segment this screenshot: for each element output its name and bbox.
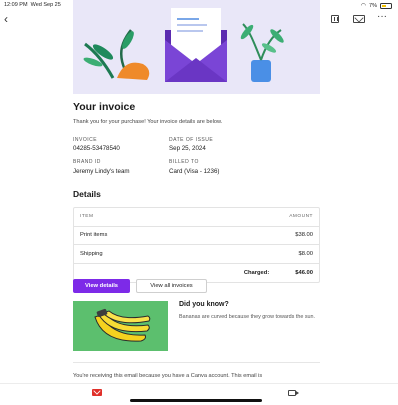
billed-to-label: BILLED TO	[169, 159, 199, 165]
meet-video-icon[interactable]	[288, 390, 296, 396]
billed-to-value: Card (Visa - 1236)	[169, 168, 220, 175]
view-details-button[interactable]: View details	[73, 279, 130, 293]
battery-icon	[380, 2, 392, 9]
charged-amount: $46.00	[295, 269, 313, 276]
charged-label: Charged:	[243, 269, 270, 276]
envelope-illustration-icon	[73, 0, 320, 94]
status-time: 12:09 PM Wed Sep 25	[4, 2, 61, 8]
column-header-amount: AMOUNT	[289, 214, 313, 220]
footer-divider	[73, 362, 320, 363]
brand-id-value: Jeremy Lindy's team	[73, 168, 130, 175]
wifi-icon: ◠	[360, 3, 367, 9]
status-time-text: 12:09 PM	[4, 2, 28, 8]
details-table: ITEM AMOUNT Print items $38.00 Shipping …	[73, 207, 320, 283]
invoice-title: Your invoice	[73, 101, 136, 113]
invoice-number-label: INVOICE	[73, 137, 98, 143]
status-date-text: Wed Sep 25	[30, 2, 61, 8]
more-icon[interactable]: ···	[377, 11, 387, 22]
trash-icon[interactable]	[331, 15, 339, 23]
column-header-item: ITEM	[80, 214, 94, 220]
row-item-name: Shipping	[80, 250, 103, 257]
view-all-invoices-button[interactable]: View all invoices	[136, 279, 207, 293]
home-indicator[interactable]	[130, 399, 262, 402]
back-icon[interactable]: ‹	[4, 11, 8, 27]
battery-percent: 7%	[369, 2, 377, 9]
mark-unread-icon[interactable]	[353, 15, 365, 23]
status-indicators: ◠ 7%	[361, 2, 392, 9]
brand-id-label: BRAND ID	[73, 159, 101, 165]
row-item-name: Print items	[80, 232, 108, 239]
banana-icon	[73, 301, 168, 351]
invoice-intro-text: Thank you for your purchase! Your invoic…	[73, 119, 223, 125]
date-of-issue-label: DATE OF ISSUE	[169, 137, 214, 143]
invoice-number-value: 04285-53478540	[73, 145, 120, 152]
table-row: Shipping $8.00	[74, 245, 319, 264]
gmail-icon[interactable]	[92, 389, 102, 396]
details-heading: Details	[73, 189, 101, 199]
row-item-amount: $38.00	[295, 232, 313, 239]
row-item-amount: $8.00	[298, 250, 313, 257]
invoice-hero-illustration	[73, 0, 320, 94]
table-row: Print items $38.00	[74, 227, 319, 245]
table-header-row: ITEM AMOUNT	[74, 208, 319, 227]
banana-image	[73, 301, 168, 351]
did-you-know-text: Bananas are curved because they grow tow…	[179, 314, 316, 320]
bottom-navigation	[0, 383, 398, 405]
date-of-issue-value: Sep 25, 2024	[169, 145, 206, 152]
did-you-know-title: Did you know?	[179, 301, 229, 308]
footer-text: You're receiving this email because you …	[73, 373, 263, 379]
